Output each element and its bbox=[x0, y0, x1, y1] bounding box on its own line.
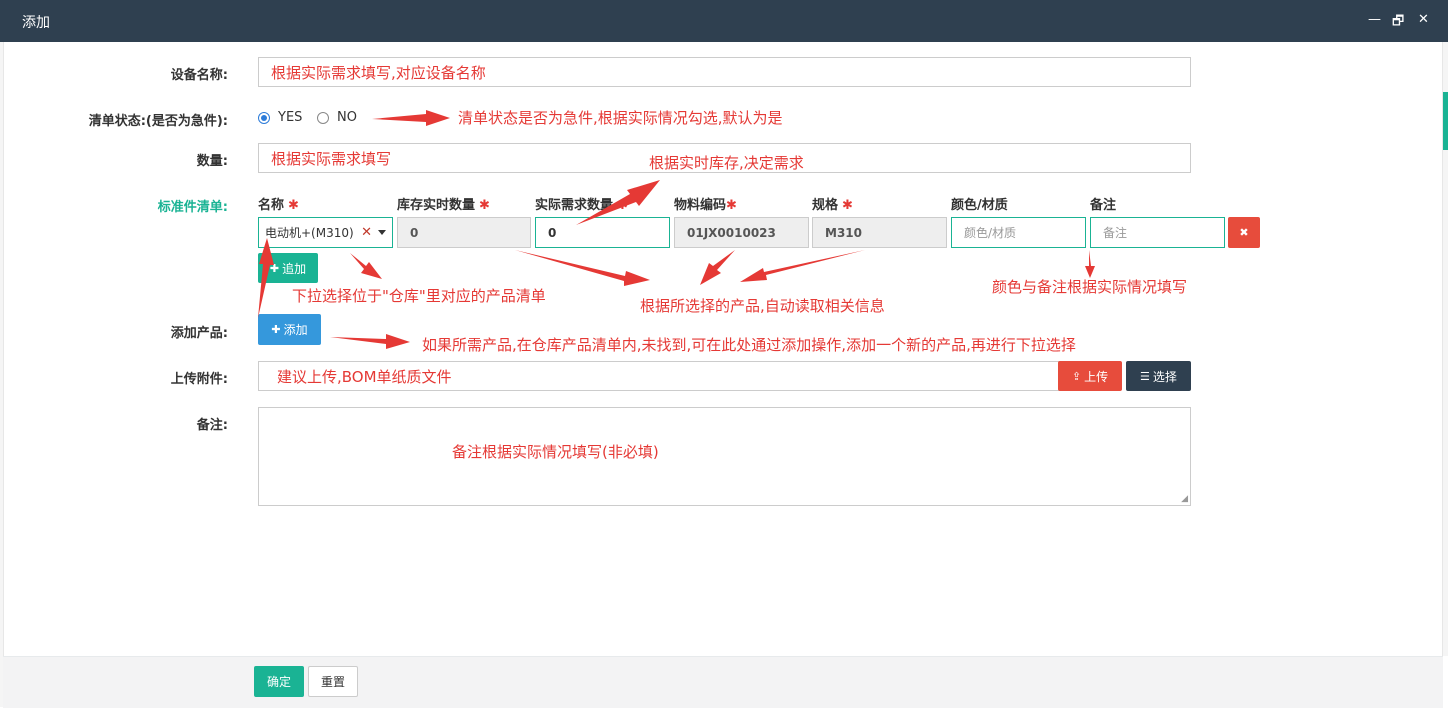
annotation-status: 清单状态是否为急件,根据实际情况勾选,默认为是 bbox=[458, 109, 783, 127]
spec-field: M310 bbox=[812, 217, 947, 248]
arrow-add bbox=[330, 334, 410, 349]
device-name-input[interactable]: 根据实际需求填写,对应设备名称 bbox=[258, 57, 1191, 87]
product-select[interactable]: 电动机+(M310) ✕ bbox=[258, 217, 393, 248]
clear-icon[interactable]: ✕ bbox=[361, 225, 372, 240]
radio-no[interactable] bbox=[317, 112, 329, 124]
select-file-button[interactable]: ☰ 选择 bbox=[1126, 361, 1191, 391]
right-scrollbar[interactable] bbox=[1442, 42, 1448, 656]
col-demand-header: 实际需求数量 ✱ bbox=[535, 198, 628, 213]
list-status-label: 清单状态:(是否为急件): bbox=[88, 114, 228, 129]
remark-textarea[interactable]: 备注根据实际情况填写(非必填) ◢ bbox=[258, 407, 1191, 506]
demand-field[interactable]: 0 bbox=[535, 217, 670, 248]
col-name-header: 名称 ✱ bbox=[258, 198, 299, 213]
product-select-value: 电动机+(M310) bbox=[265, 226, 354, 240]
device-name-label: 设备名称: bbox=[170, 68, 228, 83]
radio-yes-label: YES bbox=[278, 110, 303, 125]
color-field[interactable]: 颜色/材质 bbox=[951, 217, 1086, 248]
arrow-status bbox=[372, 110, 450, 126]
remark-value: 备注根据实际情况填写(非必填) bbox=[452, 443, 659, 461]
append-button[interactable]: ✚ 追加 bbox=[258, 253, 318, 283]
annotation-add: 如果所需产品,在仓库产品清单内,未找到,可在此处通过添加操作,添加一个新的产品,… bbox=[422, 336, 1076, 354]
col-spec-header: 规格 ✱ bbox=[812, 198, 853, 213]
upload-input[interactable]: 建议上传,BOM单纸质文件 bbox=[258, 361, 1060, 391]
plus-icon: ✚ bbox=[269, 261, 280, 275]
reset-button[interactable]: 重置 bbox=[308, 666, 358, 697]
radio-no-label: NO bbox=[337, 110, 357, 125]
delete-row-button[interactable]: ✖ bbox=[1228, 217, 1260, 248]
quantity-label: 数量: bbox=[196, 154, 228, 169]
add-product-button[interactable]: ✚ 添加 bbox=[258, 314, 321, 345]
close-icon[interactable]: ✕ bbox=[1418, 12, 1429, 27]
col-color-header: 颜色/材质 bbox=[951, 198, 1008, 213]
upload-label: 上传附件: bbox=[170, 372, 228, 387]
code-field: 01JX0010023 bbox=[674, 217, 809, 248]
upload-button[interactable]: ⇪ 上传 bbox=[1058, 361, 1122, 391]
col-code-header: 物料编码✱ bbox=[674, 198, 737, 213]
remark-label: 备注: bbox=[196, 418, 228, 433]
arrow-auto-3 bbox=[740, 250, 865, 282]
chevron-down-icon[interactable] bbox=[378, 230, 386, 235]
arrow-auto-2 bbox=[700, 250, 735, 285]
remark-row-field[interactable]: 备注 bbox=[1090, 217, 1225, 248]
arrow-color bbox=[1085, 250, 1095, 278]
annotation-color: 颜色与备注根据实际情况填写 bbox=[992, 278, 1188, 296]
footer-bar bbox=[3, 656, 1443, 708]
delete-icon: ✖ bbox=[1239, 226, 1249, 239]
left-edge bbox=[0, 42, 4, 707]
annotation-stock: 根据实时库存,决定需求 bbox=[649, 154, 804, 172]
add-product-label: 添加产品: bbox=[170, 326, 228, 341]
resize-handle-icon[interactable]: ◢ bbox=[1181, 494, 1188, 504]
arrow-dropdown-1 bbox=[350, 253, 382, 279]
col-remark-header: 备注 bbox=[1090, 198, 1117, 213]
arrow-auto-1 bbox=[515, 250, 650, 286]
col-stock-header: 库存实时数量 ✱ bbox=[397, 198, 490, 213]
annotation-dropdown: 下拉选择位于"仓库"里对应的产品清单 bbox=[292, 287, 546, 305]
window-titlebar: 添加 — 🗗 ✕ bbox=[0, 0, 1448, 42]
window-title: 添加 bbox=[22, 15, 50, 31]
list-icon: ☰ bbox=[1140, 369, 1150, 383]
upload-value: 建议上传,BOM单纸质文件 bbox=[277, 367, 452, 386]
minimize-icon[interactable]: — bbox=[1368, 12, 1381, 27]
confirm-button[interactable]: 确定 bbox=[254, 666, 304, 697]
maximize-icon[interactable]: 🗗 bbox=[1392, 12, 1404, 34]
device-name-value: 根据实际需求填写,对应设备名称 bbox=[271, 63, 486, 82]
upload-icon: ⇪ bbox=[1071, 369, 1082, 383]
plus-icon: ✚ bbox=[271, 323, 281, 336]
annotation-auto: 根据所选择的产品,自动读取相关信息 bbox=[640, 297, 885, 315]
standard-list-label: 标准件清单: bbox=[157, 200, 228, 215]
stock-field: 0 bbox=[397, 217, 531, 248]
quantity-value: 根据实际需求填写 bbox=[271, 149, 392, 168]
radio-yes[interactable] bbox=[258, 112, 270, 124]
